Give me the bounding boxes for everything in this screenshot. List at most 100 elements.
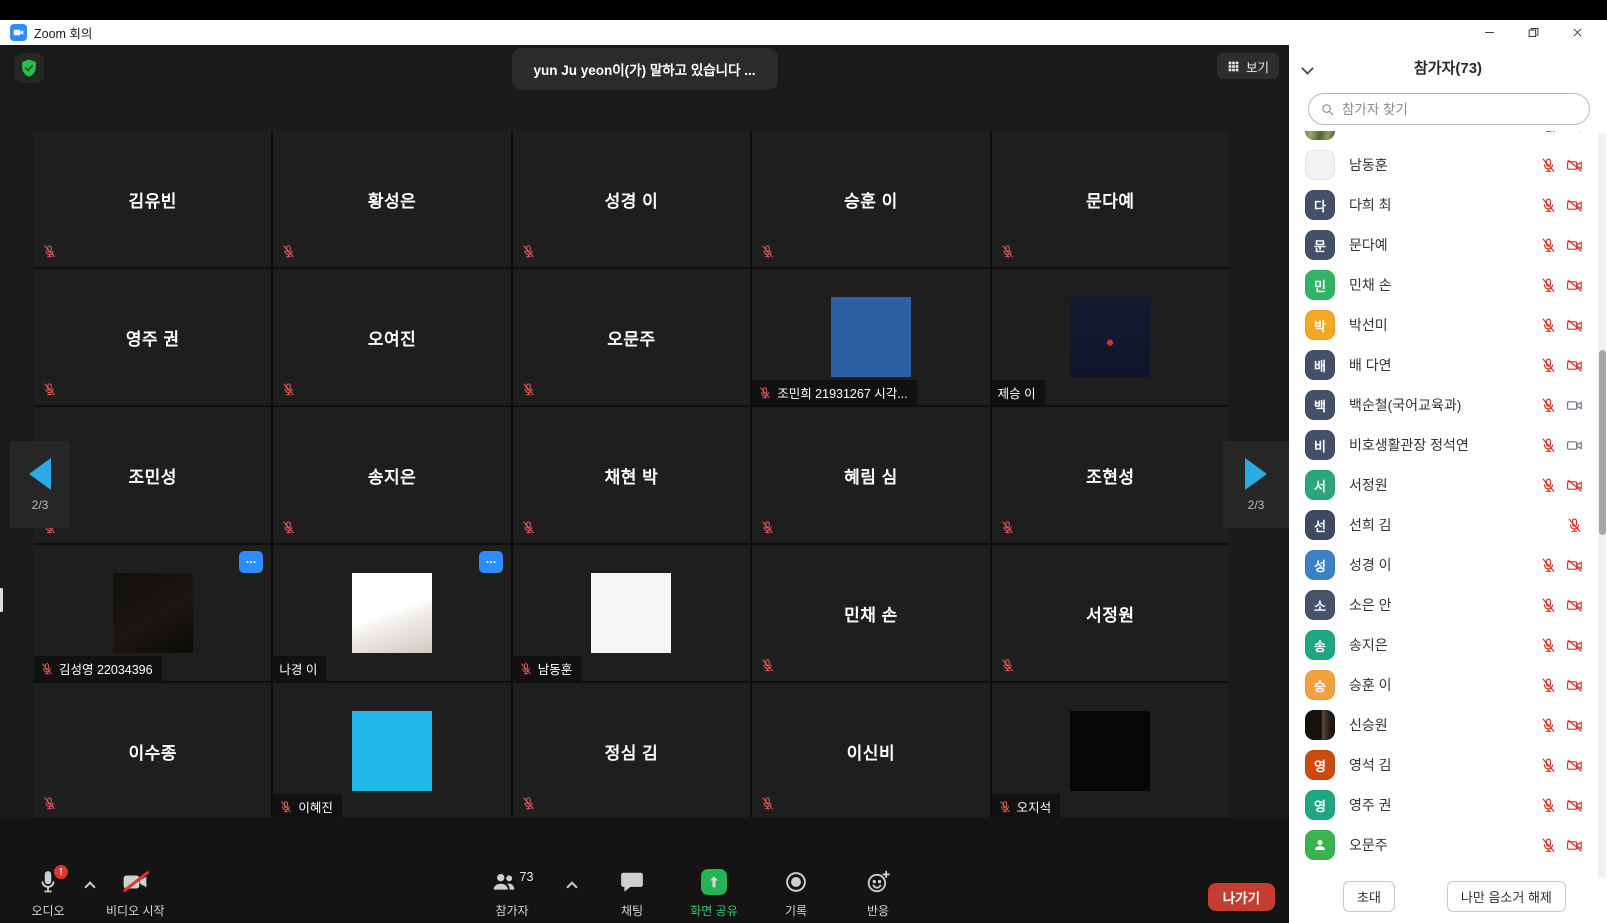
participant-row[interactable]	[1289, 131, 1607, 145]
participant-avatar: 민	[1305, 270, 1335, 300]
participant-tile[interactable]: 이신비	[752, 683, 989, 819]
participant-tile[interactable]: 영주 권	[34, 269, 271, 405]
mic-muted-icon	[998, 800, 1012, 814]
participant-row[interactable]: 소 소은 안	[1289, 585, 1607, 625]
nameplate-label: 이혜진	[298, 797, 333, 816]
participant-tile[interactable]: 조현성	[992, 407, 1229, 543]
tile-nameplate: 김성영 22034396	[34, 656, 162, 681]
view-button-label: 보기	[1246, 57, 1269, 76]
tile-more-button[interactable]	[239, 551, 263, 573]
view-button[interactable]: 보기	[1217, 53, 1279, 79]
participant-tile[interactable]: 이혜진	[273, 683, 510, 819]
avatar-initial: 소	[1314, 596, 1326, 615]
share-screen-button[interactable]: 화면 공유	[688, 869, 740, 919]
participant-row[interactable]: 민 민채 손	[1289, 265, 1607, 305]
participant-tile[interactable]: 김유빈	[34, 131, 271, 267]
participant-row[interactable]: 성 성경 이	[1289, 545, 1607, 585]
participant-tile[interactable]: 문다예	[992, 131, 1229, 267]
reactions-button-label: 반응	[867, 902, 889, 919]
chat-button[interactable]: 채팅	[606, 869, 658, 919]
participant-tile[interactable]: 성경 이	[513, 131, 750, 267]
participant-tile[interactable]: 오여진	[273, 269, 510, 405]
start-video-button[interactable]: 비디오 시작	[106, 869, 165, 919]
arrow-right-icon	[1245, 458, 1267, 490]
participant-tile[interactable]: 서정원	[992, 545, 1229, 681]
participant-tile[interactable]: 민채 손	[752, 545, 989, 681]
record-button[interactable]: 기록	[770, 869, 822, 919]
gallery-next-page-button[interactable]: 2/3	[1223, 441, 1289, 528]
participant-tile[interactable]: 오지석	[992, 683, 1229, 819]
participant-tile[interactable]: 혜림 심	[752, 407, 989, 543]
mic-muted-icon	[281, 520, 296, 535]
avatar-initial: 성	[1314, 556, 1326, 575]
leave-button[interactable]: 나가기	[1208, 883, 1275, 911]
invite-button[interactable]: 초대	[1343, 881, 1395, 912]
participant-row[interactable]: 선 선희 김	[1289, 505, 1607, 545]
participant-row[interactable]: 문 문다예	[1289, 225, 1607, 265]
participants-options-chevron[interactable]	[568, 879, 576, 894]
participant-row[interactable]: 서 서정원	[1289, 465, 1607, 505]
camera-off-icon	[1566, 597, 1583, 614]
participant-tile[interactable]: 채현 박	[513, 407, 750, 543]
participant-tile[interactable]: 제승 이	[992, 269, 1229, 405]
mic-muted-icon	[1540, 131, 1557, 134]
security-shield-icon[interactable]	[14, 53, 44, 83]
participant-tile[interactable]: 김성영 22034396	[34, 545, 271, 681]
camera-off-icon	[1566, 717, 1583, 734]
camera-off-icon	[1566, 837, 1583, 854]
participant-name: 오문주	[1349, 835, 1540, 855]
participant-name: 신승원	[1349, 715, 1540, 735]
audio-button[interactable]: ! 오디오	[22, 869, 74, 919]
tile-more-button[interactable]	[479, 551, 503, 573]
mic-muted-icon	[519, 662, 533, 676]
participant-tile[interactable]: 송지은	[273, 407, 510, 543]
participant-tile[interactable]: 남동훈	[513, 545, 750, 681]
participant-row[interactable]: 오문주	[1289, 825, 1607, 865]
participants-panel-header: 참가자(73)	[1289, 45, 1607, 89]
participant-tile[interactable]: 이수종	[34, 683, 271, 819]
panel-collapse-button[interactable]	[1303, 61, 1312, 76]
mic-muted-icon	[1540, 557, 1557, 574]
participant-row[interactable]: 영 영석 김	[1289, 745, 1607, 785]
page-indicator: 2/3	[1248, 498, 1265, 512]
participant-tile[interactable]: 황성은	[273, 131, 510, 267]
avatar-initial: 문	[1314, 236, 1326, 255]
participant-row[interactable]: 백 백순철(국어교육과)	[1289, 385, 1607, 425]
participant-tile[interactable]: 승훈 이	[752, 131, 989, 267]
participant-avatar: 서	[1305, 470, 1335, 500]
left-edge-handle[interactable]	[0, 588, 3, 612]
avatar-initial: 배	[1314, 356, 1326, 375]
participant-row[interactable]: 승 승훈 이	[1289, 665, 1607, 705]
participant-row[interactable]: 영 영주 권	[1289, 785, 1607, 825]
camera-off-icon	[1566, 277, 1583, 294]
participant-tile[interactable]: 나경 이	[273, 545, 510, 681]
participant-row[interactable]: 신승원	[1289, 705, 1607, 745]
tile-participant-name: 승훈 이	[844, 187, 898, 212]
participant-tile[interactable]: 정심 김	[513, 683, 750, 819]
tile-participant-name: 성경 이	[605, 187, 659, 212]
participant-tile[interactable]: 조민희 21931267 시각...	[752, 269, 989, 405]
participant-row[interactable]: 배 배 다연	[1289, 345, 1607, 385]
participant-row[interactable]: 송 송지은	[1289, 625, 1607, 665]
participant-row[interactable]: 남동훈	[1289, 145, 1607, 185]
minimize-button[interactable]	[1467, 20, 1511, 45]
mic-muted-icon	[1540, 477, 1557, 494]
participant-search-input[interactable]	[1308, 93, 1590, 125]
gallery-prev-page-button[interactable]: 2/3	[10, 441, 70, 528]
unmute-me-button[interactable]: 나만 음소거 해제	[1447, 881, 1566, 912]
audio-options-chevron[interactable]	[86, 879, 94, 894]
restore-button[interactable]	[1511, 20, 1555, 45]
participant-row[interactable]: 비 비호생활관장 정석연	[1289, 425, 1607, 465]
tile-participant-name: 오여진	[368, 325, 416, 350]
panel-scrollbar-thumb[interactable]	[1599, 350, 1606, 535]
participant-tile[interactable]: 오문주	[513, 269, 750, 405]
close-button[interactable]	[1555, 20, 1599, 45]
participant-row[interactable]: 박 박선미	[1289, 305, 1607, 345]
participant-status-icons	[1540, 277, 1583, 294]
participant-row[interactable]: 다 다희 최	[1289, 185, 1607, 225]
reactions-button[interactable]: 반응	[852, 869, 904, 919]
mic-muted-icon	[1540, 437, 1557, 454]
video-button-label: 비디오 시작	[106, 902, 165, 919]
camera-off-icon	[1566, 317, 1583, 334]
participants-button[interactable]: 73 참가자	[486, 869, 538, 919]
